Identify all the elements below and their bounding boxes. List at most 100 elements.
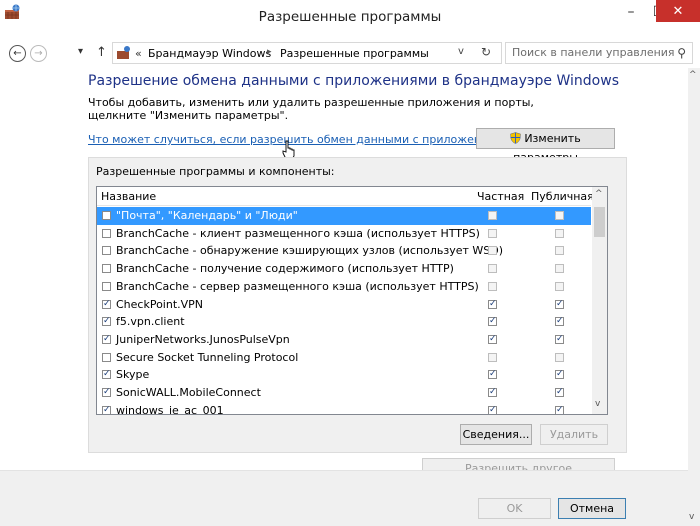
list-item[interactable]: Secure Socket Tunneling Protocol	[97, 349, 591, 367]
refresh-icon[interactable]: ↻	[481, 45, 491, 59]
address-history-chevron-icon[interactable]: v	[458, 46, 464, 57]
item-name: Secure Socket Tunneling Protocol	[116, 350, 299, 364]
item-name: BranchCache - обнаружение кэширующих узл…	[116, 244, 504, 258]
back-arrow-icon: ←	[13, 48, 22, 59]
private-checkbox[interactable]: ✓	[488, 405, 497, 414]
search-icon[interactable]: ⚲	[677, 43, 686, 63]
cancel-button[interactable]: Отмена	[558, 498, 626, 519]
list-item[interactable]: ✓ CheckPoint.VPN ✓ ✓	[97, 296, 591, 314]
item-checkbox[interactable]	[102, 281, 111, 291]
item-checkbox[interactable]	[102, 352, 111, 362]
item-name: Skype	[116, 368, 150, 382]
public-checkbox[interactable]	[555, 228, 564, 238]
recent-pages-dropdown[interactable]: ▾	[78, 46, 83, 57]
private-checkbox[interactable]: ✓	[488, 317, 497, 327]
item-checkbox[interactable]: ✓	[102, 299, 111, 309]
breadcrumb-firewall[interactable]: Брандмауэр Windows	[148, 47, 271, 60]
public-checkbox[interactable]: ✓	[555, 370, 564, 380]
change-settings-button[interactable]: Изменить параметры	[476, 128, 615, 164]
list-item[interactable]: BranchCache - получение содержимого (исп…	[97, 260, 591, 278]
column-header-private[interactable]: Частная	[477, 190, 524, 203]
allowed-apps-list[interactable]: Название Частная Публичная "Почта", "Кал…	[96, 186, 608, 415]
private-checkbox[interactable]	[488, 246, 497, 256]
panel-label: Разрешенные программы и компоненты:	[96, 165, 335, 178]
private-checkbox[interactable]	[488, 281, 497, 291]
remove-button[interactable]: Удалить	[540, 424, 608, 445]
list-item[interactable]: ✓ SonicWALL.MobileConnect ✓ ✓	[97, 384, 591, 402]
ok-button[interactable]: OK	[478, 498, 551, 519]
public-checkbox[interactable]	[555, 352, 564, 362]
public-checkbox[interactable]: ✓	[555, 334, 564, 344]
close-button[interactable]: ✕	[656, 0, 700, 22]
close-icon: ✕	[672, 3, 684, 19]
breadcrumb-overflow[interactable]: «	[135, 47, 142, 60]
breadcrumb-allowed-programs[interactable]: Разрешенные программы	[280, 47, 429, 60]
item-checkbox[interactable]	[102, 264, 111, 274]
search-input[interactable]: Поиск в панели управления ⚲	[505, 42, 693, 64]
item-name: "Почта", "Календарь" и "Люди"	[116, 209, 298, 222]
scroll-down-arrow-icon[interactable]: v	[689, 512, 694, 522]
forward-button[interactable]: →	[30, 45, 47, 62]
list-scroll-down-icon[interactable]: v	[595, 399, 600, 409]
public-checkbox[interactable]: ✓	[555, 388, 564, 397]
private-checkbox[interactable]: ✓	[488, 388, 497, 397]
list-header: Название Частная Публичная	[97, 187, 594, 206]
public-checkbox[interactable]	[555, 246, 564, 256]
public-checkbox[interactable]	[555, 264, 564, 274]
item-name: BranchCache - сервер размещенного кэша (…	[116, 279, 479, 293]
title-bar: Разрешенные программы – ☐ ✕	[0, 0, 700, 38]
scroll-up-arrow-icon[interactable]: ^	[689, 70, 697, 80]
list-scrollbar[interactable]: ^ v	[592, 187, 607, 414]
risk-info-link[interactable]: Что может случиться, если разрешить обме…	[88, 133, 509, 146]
item-name: CheckPoint.VPN	[116, 297, 204, 311]
page-description: Чтобы добавить, изменить или удалить раз…	[88, 96, 534, 122]
public-checkbox[interactable]: ✓	[555, 317, 564, 327]
item-checkbox[interactable]	[102, 246, 111, 256]
item-name: SonicWALL.MobileConnect	[116, 386, 261, 399]
address-field[interactable]: « Брандмауэр Windows ▸ Разрешенные прогр…	[112, 42, 502, 64]
private-checkbox[interactable]: ✓	[488, 334, 497, 344]
public-checkbox[interactable]: ✓	[555, 299, 564, 309]
item-checkbox[interactable]	[102, 211, 111, 220]
list-item[interactable]: ✓ Skype ✓ ✓	[97, 366, 591, 384]
item-checkbox[interactable]: ✓	[102, 334, 111, 344]
back-button[interactable]: ←	[9, 45, 26, 62]
list-item[interactable]: ✓ windows_ie_ac_001 ✓ ✓	[97, 402, 591, 415]
page-heading: Разрешение обмена данными с приложениями…	[88, 73, 619, 89]
private-checkbox[interactable]	[488, 264, 497, 274]
item-name: JuniperNetworks.JunosPulseVpn	[116, 332, 290, 346]
private-checkbox[interactable]: ✓	[488, 299, 497, 309]
list-item[interactable]: BranchCache - обнаружение кэширующих узл…	[97, 242, 591, 260]
item-checkbox[interactable]: ✓	[102, 388, 111, 397]
list-scroll-thumb[interactable]	[594, 207, 605, 237]
list-item[interactable]: BranchCache - сервер размещенного кэша (…	[97, 278, 591, 296]
item-checkbox[interactable]: ✓	[102, 370, 111, 380]
page-scrollbar[interactable]: ^ v	[688, 68, 700, 526]
public-checkbox[interactable]	[555, 211, 564, 220]
column-header-public[interactable]: Публичная	[531, 190, 594, 203]
item-name: f5.vpn.client	[116, 315, 185, 329]
item-checkbox[interactable]: ✓	[102, 405, 111, 414]
list-item[interactable]: "Почта", "Календарь" и "Люди"	[97, 207, 591, 225]
public-checkbox[interactable]: ✓	[555, 405, 564, 414]
window-title: Разрешенные программы	[258, 9, 442, 25]
private-checkbox[interactable]	[488, 211, 497, 220]
list-scroll-up-icon[interactable]: ^	[595, 189, 603, 199]
column-header-name[interactable]: Название	[101, 190, 156, 203]
item-name: windows_ie_ac_001	[116, 403, 224, 415]
uac-shield-icon	[510, 132, 522, 144]
private-checkbox[interactable]	[488, 228, 497, 238]
private-checkbox[interactable]	[488, 352, 497, 362]
breadcrumb-separator-icon[interactable]: ▸	[267, 47, 272, 57]
forward-arrow-icon: →	[34, 48, 43, 59]
list-item[interactable]: BranchCache - клиент размещенного кэша (…	[97, 225, 591, 243]
list-item[interactable]: ✓ JuniperNetworks.JunosPulseVpn ✓ ✓	[97, 331, 591, 349]
up-button[interactable]: ↑	[96, 45, 107, 60]
list-item[interactable]: ✓ f5.vpn.client ✓ ✓	[97, 313, 591, 331]
details-button[interactable]: Сведения...	[460, 424, 532, 445]
search-placeholder: Поиск в панели управления	[512, 46, 675, 59]
item-checkbox[interactable]	[102, 228, 111, 238]
public-checkbox[interactable]	[555, 281, 564, 291]
item-checkbox[interactable]: ✓	[102, 317, 111, 327]
private-checkbox[interactable]: ✓	[488, 370, 497, 380]
